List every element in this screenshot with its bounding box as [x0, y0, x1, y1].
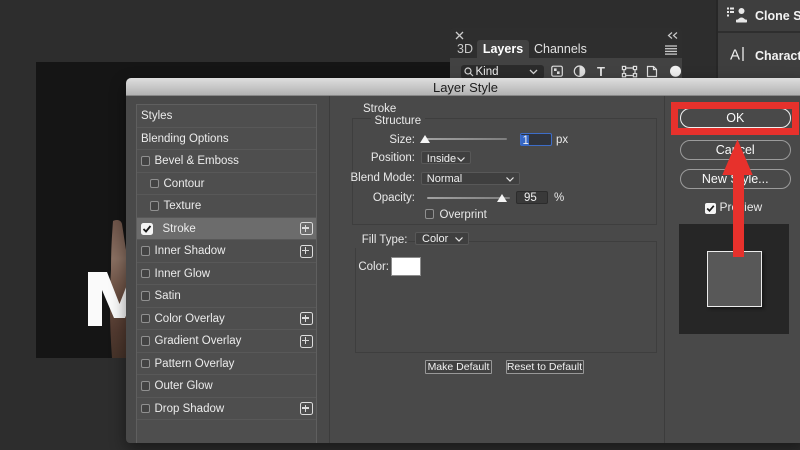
svg-text:T: T — [597, 65, 605, 78]
svg-text:A: A — [730, 46, 740, 62]
